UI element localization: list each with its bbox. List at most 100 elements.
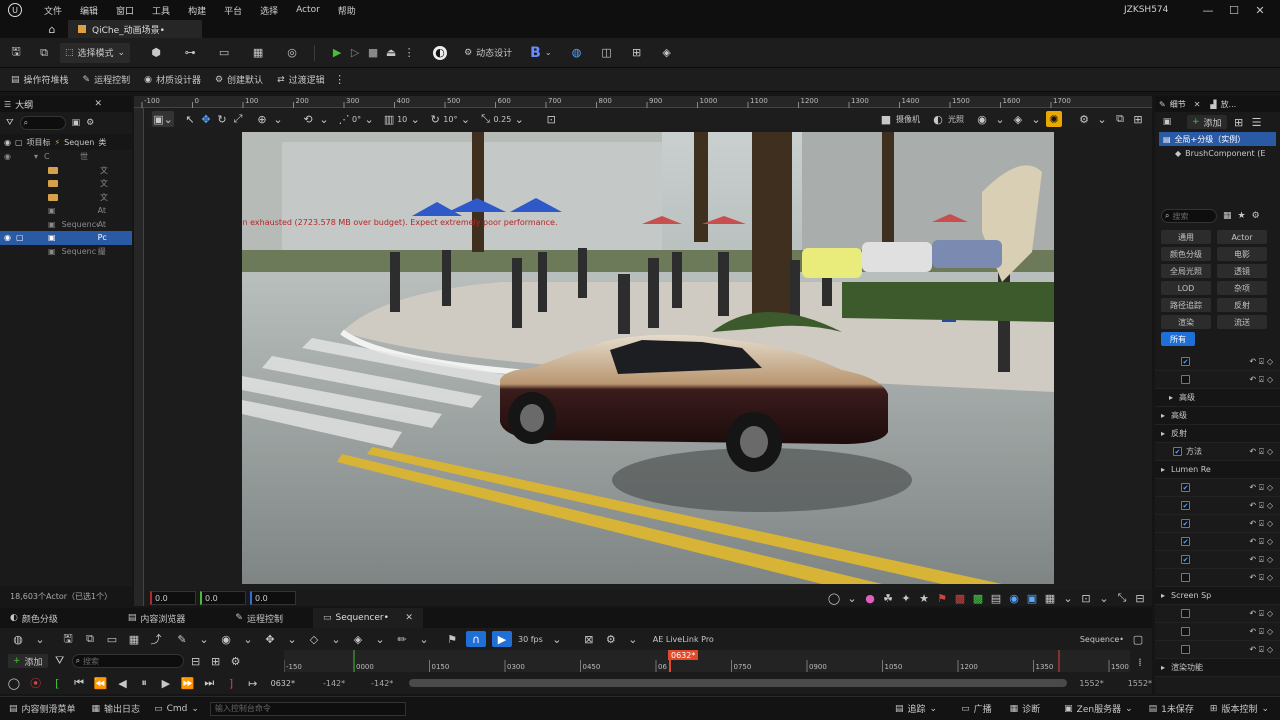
play-seq-icon[interactable]: ▶ — [158, 675, 174, 691]
visibility-icon[interactable]: ◉ — [4, 138, 11, 147]
outliner-row[interactable]: ◉ ▾ C 世 — [0, 150, 132, 164]
chevron-down-icon[interactable]: ⌄ — [1060, 590, 1076, 606]
checkbox[interactable]: ✔ — [1181, 519, 1190, 528]
add-folder-icon[interactable]: ▣ — [72, 118, 81, 128]
brush-component[interactable]: ◆ BrushComponent (E — [1155, 146, 1280, 160]
property-section[interactable]: ▸ 高级 — [1155, 389, 1280, 407]
chevron-down-icon[interactable]: ⌄ — [361, 111, 377, 127]
coord-y[interactable]: 0.0 — [200, 591, 246, 605]
magnet-icon[interactable]: ∩ — [466, 631, 486, 647]
chevron-down-icon[interactable]: ⌄ — [328, 631, 344, 647]
property-row[interactable]: ✔ ↶⍓◇ — [1155, 497, 1280, 515]
settings-icon[interactable]: ⚙ — [1252, 211, 1260, 221]
platforms-icon[interactable]: ◐ — [433, 45, 448, 60]
viewport-settings-icon[interactable]: ⚙ — [1076, 111, 1092, 127]
lighting-label[interactable]: 光照 — [948, 114, 964, 125]
outliner-row[interactable]: 文 — [0, 164, 132, 178]
menu-window[interactable]: 窗口 — [116, 4, 134, 17]
filter-chip[interactable]: Actor — [1217, 230, 1267, 244]
track-search-input[interactable]: ⌕ 搜索 — [71, 654, 184, 668]
camera-label[interactable]: 摄像机 — [896, 114, 920, 125]
move-tool-icon[interactable]: ✥ — [198, 111, 214, 127]
chevron-down-icon[interactable]: ⌄ — [1094, 111, 1110, 127]
reset-icon[interactable]: ↶⍓◇ — [1249, 645, 1276, 655]
checkbox[interactable] — [1181, 375, 1190, 384]
checkbox[interactable] — [1181, 609, 1190, 618]
property-section[interactable]: ▸ 反射 — [1155, 425, 1280, 443]
tab-content-browser[interactable]: ▤ 内容浏览器 — [118, 608, 196, 628]
jump-start-icon[interactable]: ⏮ — [71, 675, 87, 691]
viewport-options-icon[interactable]: ▣⌄ — [152, 111, 174, 127]
reset-icon[interactable]: ↶⍓◇ — [1249, 375, 1276, 385]
filter-chip[interactable]: 透镜 — [1217, 264, 1267, 278]
coord-z[interactable]: 0.0 — [250, 591, 296, 605]
show-flags-icon[interactable]: ◉ — [974, 111, 990, 127]
curve-icon[interactable]: ⤴ — [148, 631, 164, 647]
chevron-down-icon[interactable]: ⌄ — [1028, 111, 1044, 127]
outliner-row[interactable]: ▣ Sequence At — [0, 218, 132, 232]
b-button[interactable]: B ⌄ — [525, 43, 556, 63]
property-row[interactable]: ✔ ↶⍓◇ — [1155, 533, 1280, 551]
property-row[interactable]: ↶⍓◇ — [1155, 371, 1280, 389]
reset-icon[interactable]: ↶⍓◇ — [1249, 501, 1276, 511]
cinematics-icon[interactable]: ▭ — [216, 45, 232, 61]
marker-icon[interactable]: ⚑ — [444, 631, 460, 647]
game-icon[interactable]: ⚑ — [934, 590, 950, 606]
visibility-icon[interactable]: ◉ — [4, 152, 16, 161]
surface-snap-icon[interactable]: ⟲ — [300, 111, 316, 127]
layout-icon[interactable]: ⊞ — [629, 45, 645, 61]
reset-icon[interactable]: ↶⍓◇ — [1249, 573, 1276, 583]
playhead-label[interactable]: 0632* — [668, 650, 699, 660]
render-icon[interactable]: ▭ — [104, 631, 120, 647]
reset-icon[interactable]: ↶⍓◇ — [1249, 609, 1276, 619]
browse-icon[interactable]: ⧉ — [82, 631, 98, 647]
property-row[interactable]: ↶⍓◇ — [1155, 641, 1280, 659]
column-label[interactable]: 项目标 — [27, 137, 51, 148]
next-key-icon[interactable]: ⏩ — [180, 675, 196, 691]
snap-playhead-icon[interactable]: ▶ — [492, 631, 512, 647]
film-icon[interactable]: ▦ — [126, 631, 142, 647]
filter-icon[interactable]: ⛛ — [6, 118, 14, 128]
seq-settings-icon[interactable]: ⚙ — [603, 631, 619, 647]
outliner-row[interactable]: ▣ Sequenc 撮 — [0, 245, 132, 259]
step-icon[interactable]: ▷ — [347, 45, 363, 61]
maximize-viewport-icon[interactable]: ⧉ — [1112, 111, 1128, 127]
keyframe-icon[interactable]: ✥ — [262, 631, 278, 647]
unreal-logo-icon[interactable]: U — [8, 3, 22, 17]
output-log-button[interactable]: ▦ 输出日志 — [87, 699, 146, 719]
menu-file[interactable]: 文件 — [44, 4, 62, 17]
outliner-search-input[interactable]: ⌕ — [19, 116, 66, 130]
prev-key-icon[interactable]: ⏪ — [93, 675, 109, 691]
filter-chip[interactable]: 反射 — [1217, 298, 1267, 312]
checkbox[interactable]: ✔ — [1181, 357, 1190, 366]
menu-actor[interactable]: Actor — [296, 5, 320, 15]
create-default-button[interactable]: ⚙ 创建默认 — [210, 70, 268, 90]
chevron-down-icon[interactable]: ⌄ — [372, 631, 388, 647]
rot-value[interactable]: 0° — [352, 115, 361, 124]
dynamic-design-button[interactable]: ⚙ 动态设计 — [459, 43, 517, 63]
transition-logic-button[interactable]: ⇄ 过渡逻辑 — [272, 70, 330, 90]
record-icon[interactable]: ⦿ — [28, 675, 44, 691]
chevron-down-icon[interactable]: ⌄ — [407, 111, 423, 127]
eye-icon[interactable]: ◉ — [1006, 590, 1022, 606]
property-row[interactable]: ✔ ↶⍓◇ — [1155, 353, 1280, 371]
remote-control-button[interactable]: ✎ 运程控制 — [78, 70, 136, 90]
chevron-down-icon[interactable]: ⌄ — [549, 631, 565, 647]
rotate-tool-icon[interactable]: ↻ — [214, 111, 230, 127]
reset-icon[interactable]: ↶⍓◇ — [1249, 627, 1276, 637]
collapse-icon[interactable]: ⊟ — [188, 653, 204, 669]
property-row[interactable]: ✔ ↶⍓◇ — [1155, 515, 1280, 533]
tab-sequencer[interactable]: ▭ Sequencer• ✕ — [312, 608, 423, 628]
reset-icon[interactable]: ↶⍓◇ — [1249, 555, 1276, 565]
column-type[interactable]: 类 — [98, 137, 106, 148]
globe-icon[interactable]: ◍ — [569, 45, 585, 61]
filter-chip[interactable]: LOD — [1161, 281, 1211, 295]
property-section[interactable]: ▸ Lumen Re — [1155, 461, 1280, 479]
camera-speed-icon[interactable]: ⊡ — [543, 111, 559, 127]
track-settings-icon[interactable]: ⚙ — [228, 653, 244, 669]
expand-icon[interactable]: ⊞ — [208, 653, 224, 669]
filter-chip[interactable]: 颜色分级 — [1161, 247, 1211, 261]
bracket-end-icon[interactable]: ] — [223, 675, 239, 691]
chevron-down-icon[interactable]: ⌄ — [316, 111, 332, 127]
close-window-icon[interactable]: ✕ — [1252, 2, 1268, 18]
